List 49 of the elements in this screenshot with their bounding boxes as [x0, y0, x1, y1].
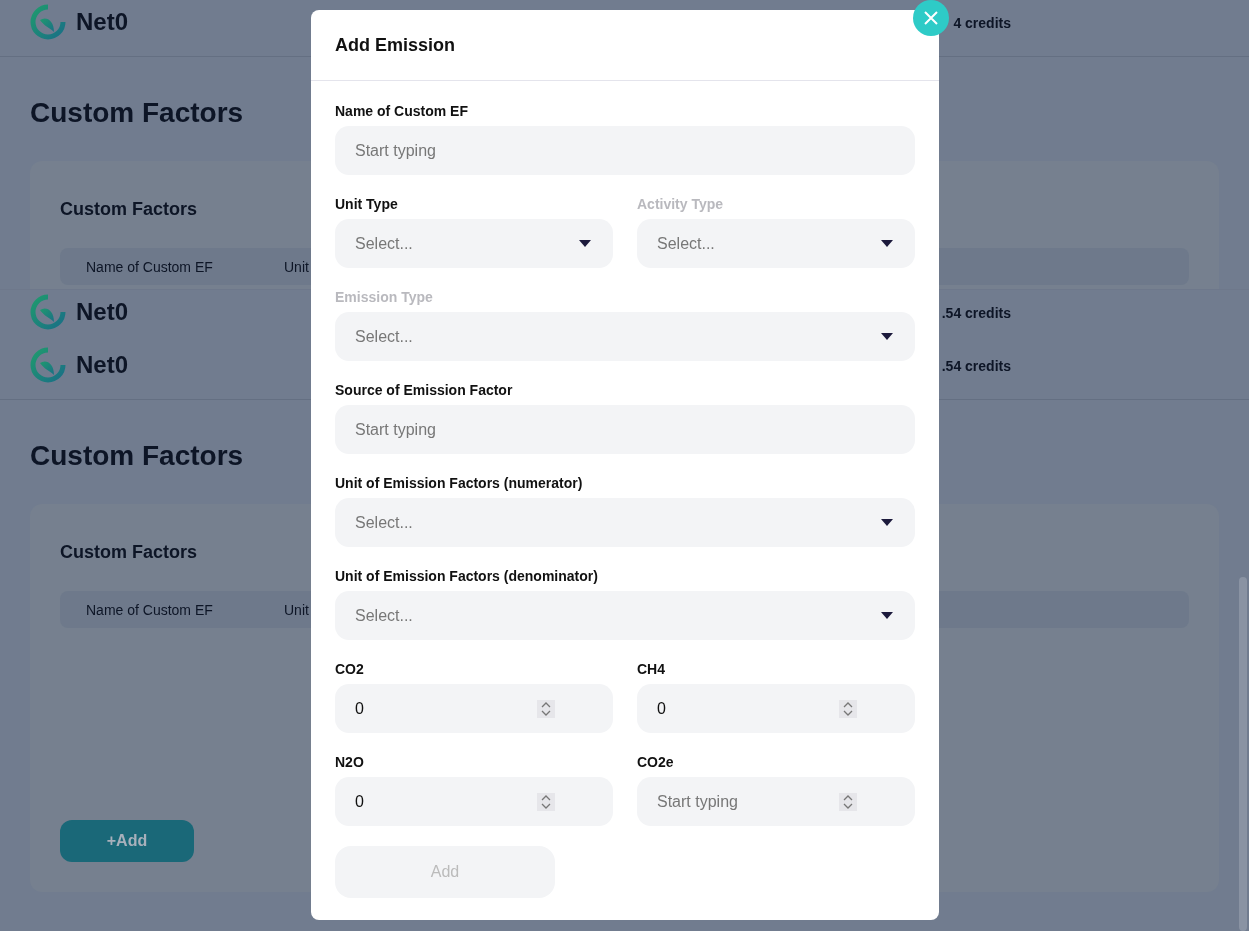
- card-title: Custom Factors: [60, 198, 198, 221]
- select-field[interactable]: Select...: [335, 591, 915, 640]
- field-label: Source of Emission Factor: [335, 381, 513, 400]
- field-label: Emission Type: [335, 288, 433, 307]
- caret-icon: [881, 519, 893, 526]
- add-button[interactable]: +Add: [60, 820, 194, 862]
- credits-text: 4 credits: [953, 15, 1011, 31]
- number-field[interactable]: 0: [335, 684, 613, 733]
- spinner-icon[interactable]: [839, 700, 857, 718]
- close-icon: [924, 11, 938, 25]
- page-title: Custom Factors: [30, 96, 244, 130]
- dialog-title: Add Emission: [335, 34, 455, 56]
- text-field[interactable]: Start typing: [335, 405, 915, 454]
- column-header: Unit: [284, 601, 309, 618]
- logo-icon: [30, 294, 66, 330]
- select-field[interactable]: Select...: [335, 498, 915, 547]
- field-label: N2O: [335, 753, 364, 772]
- page-title: Custom Factors: [30, 439, 244, 473]
- field-label: Unit of Emission Factors (denominator): [335, 567, 598, 586]
- close-button[interactable]: [913, 0, 949, 36]
- column-header: Name of Custom EF: [86, 601, 214, 618]
- credits-text: .54 credits: [941, 305, 1011, 321]
- column-header: Name of Custom EF: [86, 258, 214, 275]
- spinner-icon[interactable]: [839, 793, 857, 811]
- field-label: Name of Custom EF: [335, 102, 468, 121]
- credits-text: .54 credits: [941, 358, 1011, 374]
- field-label: Unit Type: [335, 195, 398, 214]
- brand-name: Net0: [76, 298, 129, 326]
- number-field[interactable]: 0: [335, 777, 613, 826]
- field-label: CO2e: [637, 753, 674, 772]
- column-header: Unit: [284, 258, 309, 275]
- caret-icon: [881, 333, 893, 340]
- field-label: CH4: [637, 660, 665, 679]
- card-title: Custom Factors: [60, 541, 198, 564]
- scrollbar-thumb[interactable]: [1239, 577, 1247, 931]
- spinner-icon[interactable]: [537, 793, 555, 811]
- spinner-icon[interactable]: [537, 700, 555, 718]
- field-label: Unit of Emission Factors (numerator): [335, 474, 583, 493]
- logo-icon: [30, 347, 66, 383]
- brand-name: Net0: [76, 351, 129, 379]
- field-label: CO2: [335, 660, 364, 679]
- caret-icon: [881, 612, 893, 619]
- logo-icon: [30, 4, 66, 40]
- number-field[interactable]: 0: [637, 684, 915, 733]
- brand-name: Net0: [76, 8, 129, 36]
- text-field[interactable]: Start typing: [335, 126, 915, 175]
- number-field[interactable]: Start typing: [637, 777, 915, 826]
- field-label: Activity Type: [637, 195, 724, 214]
- select-field[interactable]: Select...: [335, 219, 613, 268]
